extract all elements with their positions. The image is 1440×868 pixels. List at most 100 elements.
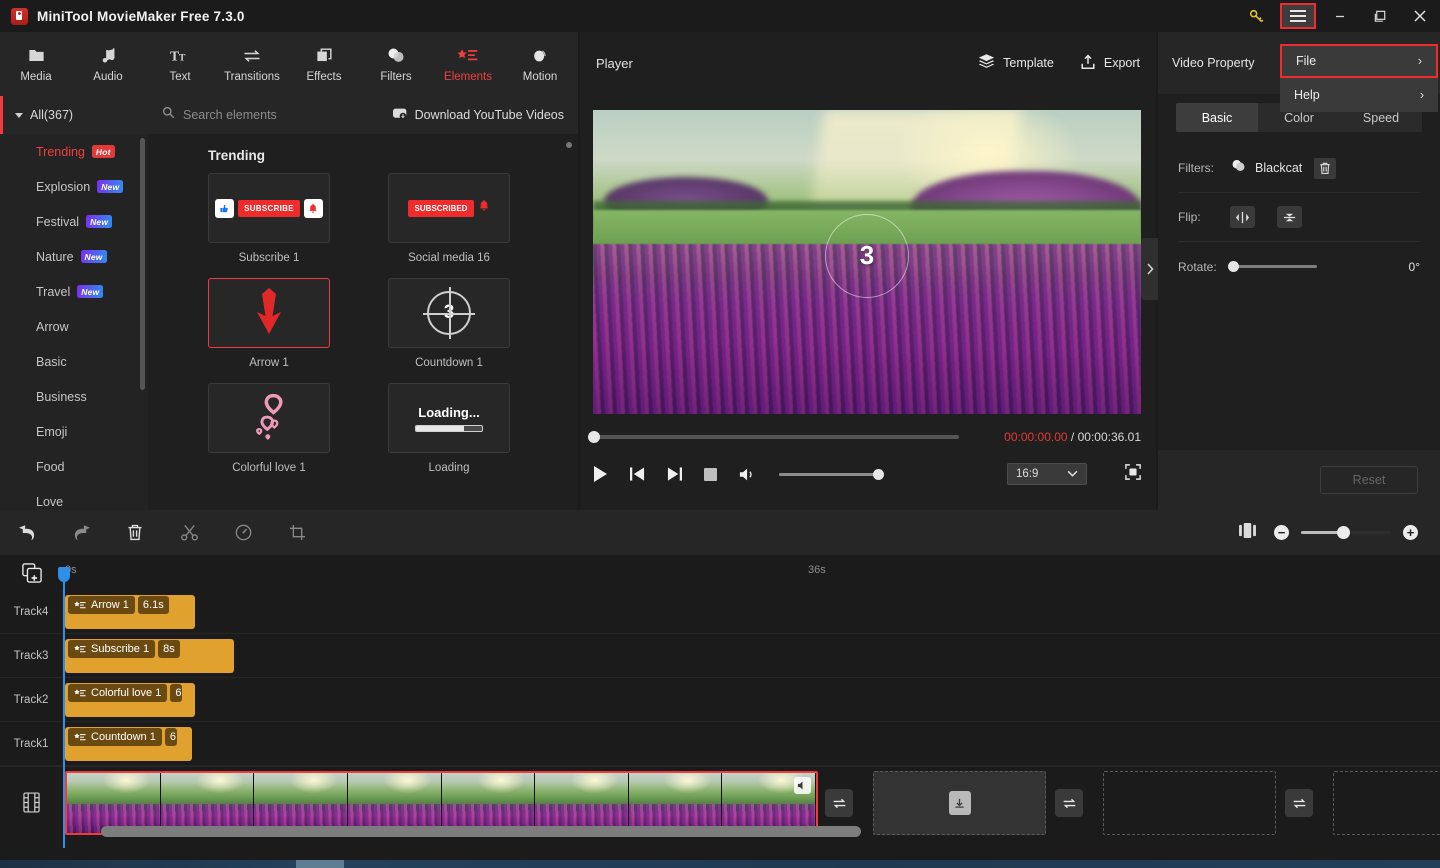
zoom-out-button[interactable]: − [1274, 525, 1289, 540]
element-card-countdown-1[interactable]: 3 Countdown 1 [388, 278, 510, 383]
download-youtube-button[interactable]: Download YouTube Videos [392, 108, 564, 123]
track-lane[interactable]: Subscribe 1 8s [63, 634, 1440, 677]
delete-button[interactable] [108, 510, 162, 555]
track-lane[interactable]: Arrow 1 6.1s [63, 590, 1440, 633]
maximize-button[interactable] [1360, 0, 1400, 32]
sidebar-item-nature[interactable]: Nature New [0, 239, 148, 274]
collapse-panel-handle[interactable] [1141, 238, 1158, 300]
stop-button[interactable] [704, 467, 717, 481]
seek-slider[interactable] [588, 431, 959, 443]
volume-icon[interactable] [739, 467, 757, 482]
desktop-taskbar [0, 860, 1440, 868]
sidebar-item-festival[interactable]: Festival New [0, 204, 148, 239]
reset-bar: Reset [1158, 450, 1440, 510]
template-button[interactable]: Template [978, 54, 1054, 73]
chevron-down-icon [15, 112, 23, 118]
delete-filter-button[interactable] [1314, 157, 1337, 179]
sidebar-item-arrow[interactable]: Arrow [0, 309, 148, 344]
tab-effects[interactable]: Effects [288, 32, 360, 96]
minimize-button[interactable] [1320, 0, 1360, 32]
transition-button[interactable] [1055, 789, 1083, 817]
badge-new: New [80, 250, 107, 263]
element-thumbnail: SUBSCRIBE [208, 173, 330, 243]
search-input[interactable]: Search elements [183, 108, 277, 122]
timeline-horizontal-scrollbar[interactable] [63, 826, 1440, 837]
timeline-clip[interactable]: Countdown 1 6 [65, 727, 192, 761]
redo-button[interactable] [54, 510, 108, 555]
track-lane[interactable]: Countdown 1 6 [63, 722, 1440, 765]
add-track-button[interactable] [0, 555, 63, 590]
sidebar-scrollbar[interactable] [140, 138, 145, 390]
rotate-handle[interactable] [1228, 260, 1239, 272]
playhead-handle[interactable] [58, 567, 70, 582]
key-icon[interactable] [1236, 0, 1276, 32]
sidebar-item-emoji[interactable]: Emoji [0, 414, 148, 449]
transition-button[interactable] [1285, 789, 1313, 817]
element-card-subscribe-1[interactable]: SUBSCRIBE Subscribe 1 [208, 173, 330, 278]
crop-button[interactable] [270, 510, 324, 555]
aspect-ratio-select[interactable]: 16:9 [1007, 463, 1087, 485]
timeline-ruler[interactable]: 0s 36s [63, 555, 1440, 590]
sidebar-item-food[interactable]: Food [0, 449, 148, 484]
fullscreen-button[interactable] [1125, 463, 1141, 485]
clip-name: Countdown 1 [91, 731, 156, 743]
menu-item-help[interactable]: Help › [1280, 78, 1438, 112]
volume-handle[interactable] [873, 468, 884, 480]
element-card-social-media-16[interactable]: SUBSCRIBED Social media 16 [388, 173, 510, 278]
track-lane[interactable]: Colorful love 1 6 [63, 678, 1440, 721]
speed-button[interactable] [216, 510, 270, 555]
tab-elements[interactable]: Elements [432, 32, 504, 96]
flip-horizontal-button[interactable] [1230, 206, 1255, 228]
sidebar-item-label: Explosion [36, 179, 91, 194]
reset-button[interactable]: Reset [1320, 466, 1418, 494]
menu-item-file[interactable]: File › [1280, 44, 1438, 78]
sidebar-item-trending[interactable]: Trending Hot [0, 134, 148, 169]
category-all[interactable]: All(367) [0, 96, 148, 134]
aspect-ratio-value: 16:9 [1016, 468, 1039, 480]
zoom-in-button[interactable]: + [1403, 525, 1418, 540]
sidebar-item-basic[interactable]: Basic [0, 344, 148, 379]
tab-audio[interactable]: Audio [72, 32, 144, 96]
tab-text[interactable]: TT Text [144, 32, 216, 96]
play-button[interactable] [593, 466, 608, 482]
sidebar-item-business[interactable]: Business [0, 379, 148, 414]
total-time: 00:00:36.01 [1077, 430, 1141, 444]
hamburger-menu-button[interactable] [1276, 1, 1320, 31]
tab-transitions[interactable]: Transitions [216, 32, 288, 96]
timeline-clip[interactable]: Arrow 1 6.1s [65, 595, 195, 629]
previous-frame-button[interactable] [630, 467, 645, 481]
arrow-down-icon [252, 287, 286, 339]
sidebar-item-love[interactable]: Love [0, 484, 148, 510]
chevron-right-icon: › [1417, 54, 1422, 68]
undo-button[interactable] [0, 510, 54, 555]
tab-media[interactable]: Media [0, 32, 72, 96]
element-card-colorful-love-1[interactable]: Colorful love 1 [208, 383, 330, 488]
export-button[interactable]: Export [1080, 54, 1140, 73]
tab-motion[interactable]: Motion [504, 32, 576, 96]
split-button[interactable] [162, 510, 216, 555]
tab-basic[interactable]: Basic [1176, 103, 1258, 132]
fit-timeline-icon[interactable] [1239, 522, 1256, 543]
sidebar-item-travel[interactable]: Travel New [0, 274, 148, 309]
zoom-handle[interactable] [1337, 526, 1350, 539]
timeline-clip[interactable]: Colorful love 1 6 [65, 683, 195, 717]
tab-filters[interactable]: Filters [360, 32, 432, 96]
close-button[interactable] [1400, 0, 1440, 32]
category-all-label: All(367) [30, 108, 74, 122]
video-preview[interactable]: 3 [593, 110, 1141, 414]
mute-audio-icon[interactable] [794, 777, 811, 794]
timeline-clip[interactable]: Subscribe 1 8s [65, 639, 234, 673]
next-frame-button[interactable] [667, 467, 682, 481]
sidebar-item-label: Basic [36, 354, 67, 369]
elements-scrollbar[interactable] [566, 142, 572, 148]
zoom-slider[interactable] [1301, 526, 1391, 539]
flip-vertical-button[interactable] [1277, 206, 1302, 228]
sidebar-item-explosion[interactable]: Explosion New [0, 169, 148, 204]
element-card-loading[interactable]: Loading... Loading [388, 383, 510, 488]
volume-slider[interactable] [779, 468, 884, 480]
rotate-slider[interactable] [1228, 260, 1317, 272]
seek-handle[interactable] [588, 431, 600, 443]
transition-button[interactable] [825, 789, 853, 817]
element-card-arrow-1[interactable]: Arrow 1 [208, 278, 330, 383]
playhead[interactable] [58, 567, 70, 848]
